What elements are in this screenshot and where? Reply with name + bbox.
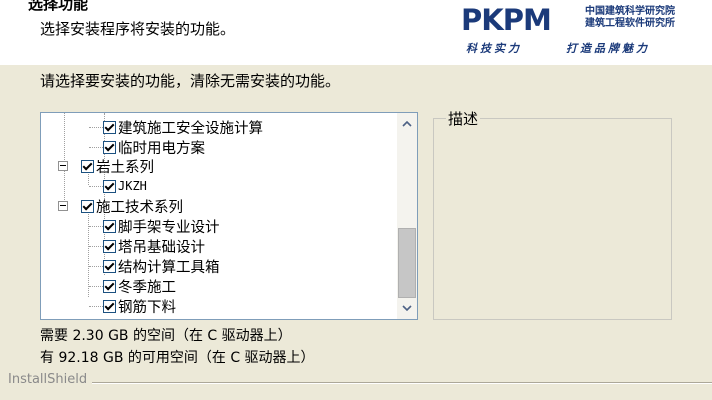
feature-checkbox[interactable] — [103, 279, 116, 293]
tree-item[interactable]: 施工技术系列 — [58, 196, 183, 216]
tree-item[interactable]: 钢筋下料 — [103, 296, 176, 316]
logo-slogan-right: 打造品牌魅力 — [566, 42, 650, 55]
tree-item-label: 钢筋下料 — [118, 299, 176, 316]
pkpm-logo: PKPM — [461, 3, 552, 37]
tree-scrollbar[interactable] — [397, 113, 417, 319]
tree-item-label: 塔吊基础设计 — [118, 239, 205, 256]
instruction-text: 请选择要安装的功能，清除无需安装的功能。 — [40, 72, 341, 90]
header-divider — [0, 64, 712, 65]
tree-item[interactable]: 建筑施工安全设施计算 — [103, 117, 263, 137]
collapse-icon[interactable] — [58, 161, 68, 171]
tree-item[interactable]: JKZH — [103, 176, 147, 196]
tree-guide-line — [89, 266, 103, 267]
feature-checkbox[interactable] — [103, 219, 116, 233]
tree-item-label: 冬季施工 — [118, 279, 176, 296]
description-box — [433, 118, 672, 320]
footer-divider — [92, 382, 712, 384]
scroll-down-button[interactable] — [397, 299, 417, 317]
feature-checkbox[interactable] — [103, 140, 116, 154]
tree-guide-line — [89, 306, 103, 307]
tree-item-label: 岩土系列 — [96, 159, 154, 176]
tree-item[interactable]: 塔吊基础设计 — [103, 236, 205, 256]
tree-guide-line — [88, 207, 89, 297]
logo-slogan-left: 科技实力 — [466, 42, 522, 55]
feature-checkbox[interactable] — [103, 259, 116, 273]
tree-item[interactable]: 结构计算工具箱 — [103, 256, 220, 276]
tree-guide-line — [89, 127, 103, 128]
wizard-header: 选择功能 选择安装程序将安装的功能。 PKPM 中国建筑科学研究院 建筑工程软件… — [0, 0, 712, 65]
feature-checkbox[interactable] — [81, 159, 94, 173]
scroll-up-button[interactable] — [397, 115, 417, 133]
page-title: 选择功能 — [28, 0, 89, 13]
tree-item[interactable]: 临时用电方案 — [103, 137, 205, 157]
feature-checkbox[interactable] — [81, 199, 94, 213]
space-required: 需要 2.30 GB 的空间（在 C 驱动器上） — [40, 328, 292, 344]
tree-item-label: 临时用电方案 — [118, 140, 205, 157]
tree-guide-line — [89, 186, 103, 187]
tree-item-label: 建筑施工安全设施计算 — [118, 120, 263, 137]
logo-org: 中国建筑科学研究院 建筑工程软件研究所 — [585, 6, 675, 30]
feature-checkbox[interactable] — [103, 120, 116, 134]
tree-item-label: 脚手架专业设计 — [118, 219, 220, 236]
tree-guide-line — [89, 246, 103, 247]
tree-item-label: 结构计算工具箱 — [118, 259, 220, 276]
feature-checkbox[interactable] — [103, 299, 116, 313]
collapse-icon[interactable] — [58, 201, 68, 211]
tree-item[interactable]: 岩土系列 — [58, 156, 154, 176]
logo-org-line1: 中国建筑科学研究院 — [585, 6, 675, 17]
tree-guide-line — [89, 147, 103, 148]
logo-org-line2: 建筑工程软件研究所 — [585, 18, 675, 29]
scroll-thumb[interactable] — [398, 228, 416, 298]
tree-item[interactable]: 脚手架专业设计 — [103, 216, 220, 236]
tree-item-label: 施工技术系列 — [96, 199, 183, 216]
description-label: 描述 — [446, 108, 481, 129]
chevron-up-icon — [402, 121, 412, 127]
tree-guide-line — [89, 286, 103, 287]
feature-checkbox[interactable] — [103, 239, 116, 253]
tree-item-label: JKZH — [118, 179, 147, 193]
tree-guide-line — [89, 226, 103, 227]
feature-tree[interactable]: 建筑施工安全设施计算 临时用电方案 岩土系列 JKZH 施工技术系列 脚手架专业… — [40, 112, 418, 320]
page-subtitle: 选择安装程序将安装的功能。 — [40, 20, 236, 38]
chevron-down-icon — [402, 305, 412, 311]
installshield-brand: InstallShield — [8, 372, 88, 387]
feature-checkbox[interactable] — [103, 179, 116, 193]
tree-item[interactable]: 冬季施工 — [103, 276, 176, 296]
space-available: 有 92.18 GB 的可用空间（在 C 驱动器上） — [40, 350, 315, 366]
